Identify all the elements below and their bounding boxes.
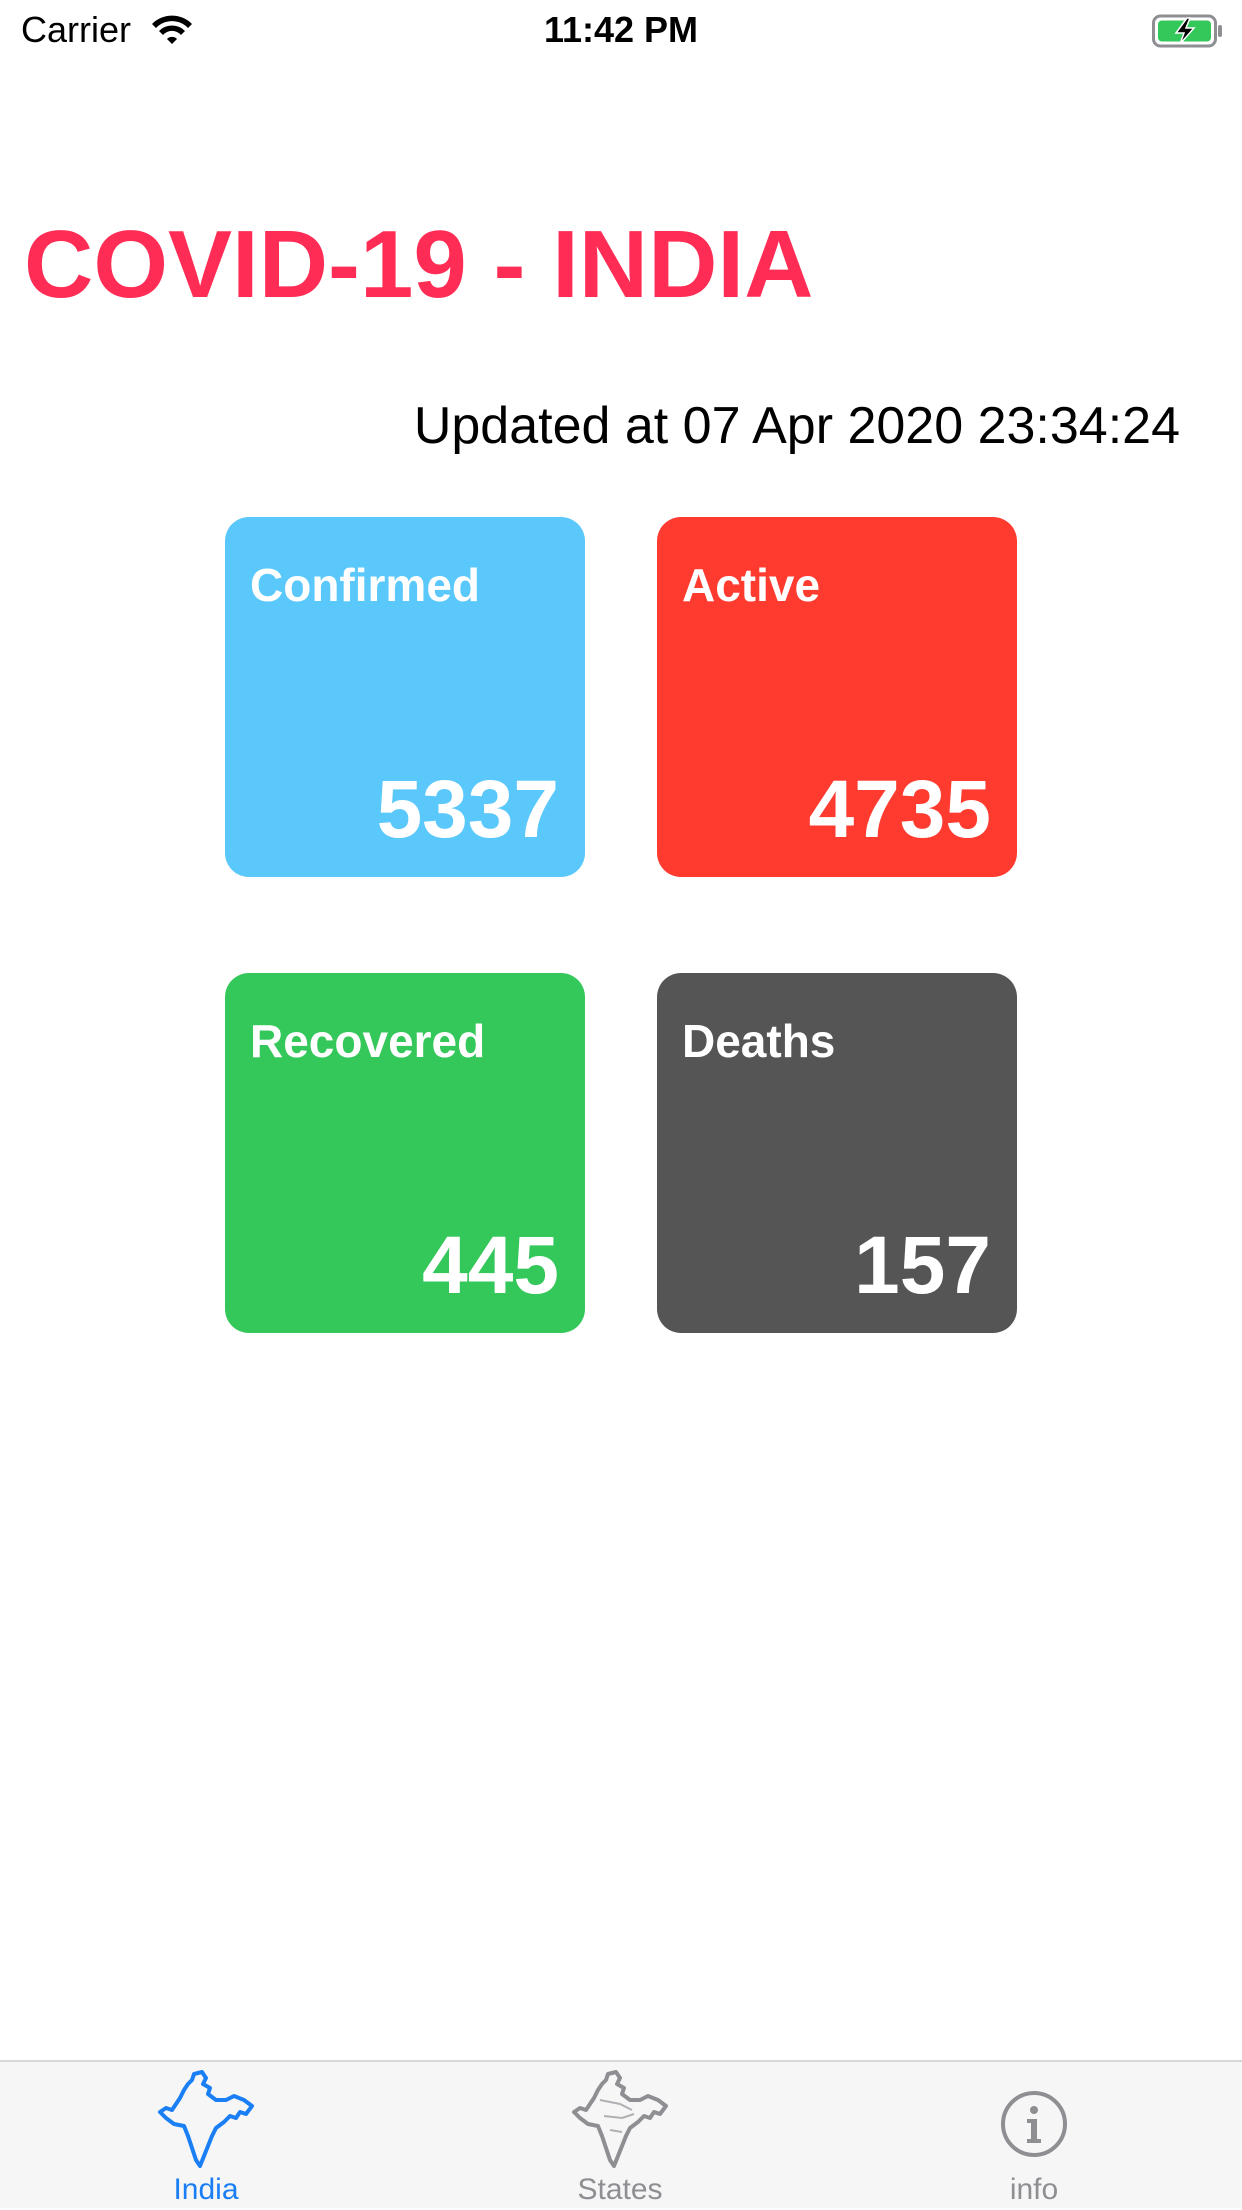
active-value: 4735	[808, 764, 991, 855]
recovered-label: Recovered	[250, 1015, 486, 1067]
tab-india[interactable]: India	[56, 2062, 356, 2210]
battery-charging-icon	[1152, 14, 1222, 48]
confirmed-card: Confirmed 5337	[225, 517, 585, 877]
tab-india-label: India	[173, 2173, 239, 2206]
states-map-icon	[572, 2070, 668, 2168]
tab-bar: India States info	[0, 2060, 1242, 2208]
deaths-label: Deaths	[682, 1015, 836, 1067]
tab-info-label: info	[1009, 2173, 1059, 2206]
info-icon	[1001, 2091, 1067, 2157]
recovered-card: Recovered 445	[225, 973, 585, 1333]
updated-timestamp: Updated at 07 Apr 2020 23:34:24	[413, 397, 1180, 455]
status-time: 11:42 PM	[543, 9, 699, 50]
active-label: Active	[682, 559, 821, 611]
page-title: COVID-19 - INDIA	[24, 211, 814, 318]
india-map-icon	[158, 2070, 254, 2168]
deaths-card: Deaths 157	[657, 973, 1017, 1333]
tab-states[interactable]: States	[470, 2062, 770, 2210]
deaths-value: 157	[854, 1220, 991, 1311]
status-bar: Carrier 11:42 PM	[0, 0, 1242, 60]
confirmed-label: Confirmed	[250, 559, 480, 611]
recovered-value: 445	[422, 1220, 559, 1311]
tab-info[interactable]: info	[884, 2062, 1184, 2210]
confirmed-value: 5337	[376, 764, 559, 855]
tab-states-label: States	[577, 2173, 663, 2206]
active-card: Active 4735	[657, 517, 1017, 877]
